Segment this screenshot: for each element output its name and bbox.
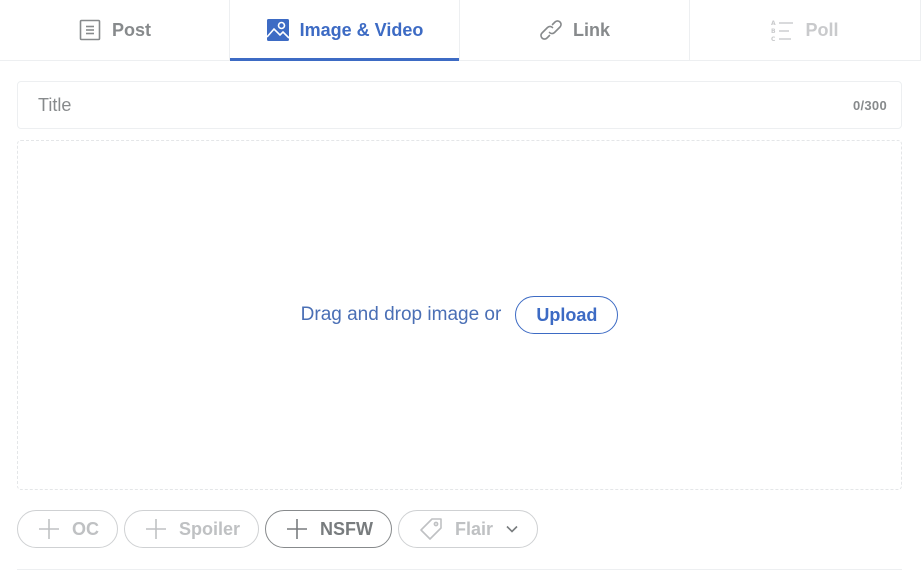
- nsfw-tag-label: NSFW: [320, 518, 374, 539]
- post-icon: [78, 18, 102, 42]
- tag-icon: [419, 517, 443, 541]
- title-input[interactable]: [18, 94, 853, 116]
- image-dropzone[interactable]: Drag and drop image or Upload: [17, 140, 902, 490]
- chevron-down-icon: [505, 522, 519, 536]
- plus-icon: [38, 518, 60, 540]
- tab-post[interactable]: Post: [0, 0, 230, 60]
- poll-icon: A B C: [771, 18, 795, 42]
- spoiler-tag-button[interactable]: Spoiler: [124, 510, 260, 548]
- flair-tag-button[interactable]: Flair: [398, 510, 539, 548]
- plus-icon: [145, 518, 167, 540]
- post-type-tabs: Post Image & Video Link A B C Poll: [0, 0, 921, 61]
- tab-link-label: Link: [572, 19, 610, 40]
- tab-poll-label: Poll: [805, 19, 839, 40]
- image-icon: [266, 18, 290, 42]
- oc-tag-label: OC: [72, 518, 99, 539]
- title-field: 0/300: [17, 81, 902, 129]
- tab-image-video[interactable]: Image & Video: [230, 0, 460, 61]
- link-icon: [539, 18, 563, 42]
- tab-image-video-label: Image & Video: [299, 19, 424, 40]
- oc-tag-button[interactable]: OC: [17, 510, 118, 548]
- dropzone-text: Drag and drop image or: [300, 304, 502, 325]
- flair-tag-label: Flair: [455, 518, 494, 539]
- tab-post-label: Post: [111, 19, 151, 40]
- svg-text:B: B: [771, 28, 776, 35]
- svg-text:A: A: [771, 20, 776, 27]
- plus-icon: [286, 518, 308, 540]
- bottom-divider: [17, 569, 902, 570]
- svg-text:C: C: [771, 36, 776, 42]
- post-tags: OC Spoiler NSFW Flair: [17, 510, 539, 548]
- upload-button[interactable]: Upload: [515, 296, 619, 334]
- spoiler-tag-label: Spoiler: [179, 518, 241, 539]
- tab-link[interactable]: Link: [460, 0, 690, 60]
- title-char-count: 0/300: [852, 97, 887, 113]
- nsfw-tag-button[interactable]: NSFW: [265, 510, 393, 548]
- tab-poll[interactable]: A B C Poll: [690, 0, 920, 60]
